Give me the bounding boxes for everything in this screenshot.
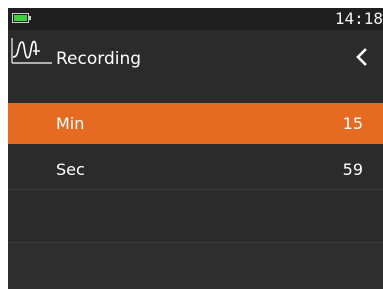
list-item-min[interactable]: Min 15 [8, 103, 383, 144]
battery-icon [12, 13, 29, 23]
device-screen: 14:18 Recording Min 15 Sec 59 [8, 8, 383, 289]
battery-level [14, 15, 27, 21]
list-item-value: 59 [342, 160, 363, 179]
chevron-left-icon [356, 48, 367, 66]
list-item-value: 15 [342, 114, 363, 133]
page-title: Recording [56, 49, 142, 69]
back-button[interactable] [342, 38, 380, 76]
list-item-label: Min [56, 114, 85, 133]
waveform-icon [11, 38, 52, 64]
empty-area [8, 243, 383, 289]
status-bar: 14:18 [8, 8, 383, 30]
list-item-sec[interactable]: Sec 59 [8, 149, 383, 190]
clock: 14:18 [334, 9, 383, 28]
list-item-empty [8, 195, 383, 243]
battery-tip [29, 16, 31, 20]
list-item-label: Sec [56, 160, 85, 179]
